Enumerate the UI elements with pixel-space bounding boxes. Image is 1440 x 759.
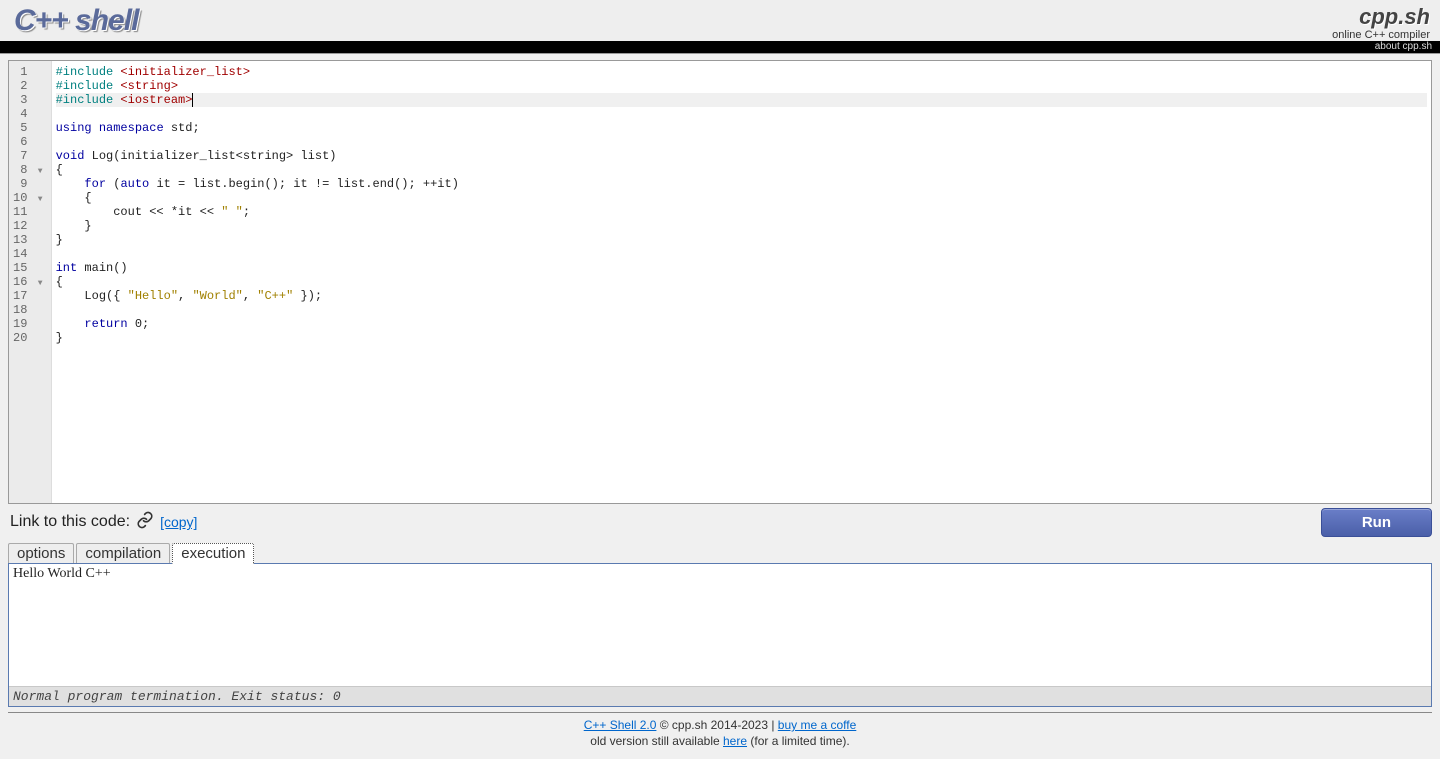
gutter-line: 10 ▼ — [13, 191, 43, 205]
brand-box: cpp.sh online C++ compiler — [1332, 4, 1430, 42]
link-icon[interactable] — [136, 511, 154, 534]
brand-title[interactable]: cpp.sh — [1332, 4, 1430, 29]
tab-compilation[interactable]: compilation — [76, 543, 170, 564]
code-line[interactable]: cout << *it << " "; — [56, 205, 1427, 219]
link-bar: Link to this code: [copy] Run — [10, 508, 1432, 537]
code-line[interactable]: using namespace std; — [56, 121, 1427, 135]
output-body[interactable]: Hello World C++ — [9, 564, 1431, 686]
code-line[interactable]: #include <iostream> — [56, 93, 1427, 107]
output-status: Normal program termination. Exit status:… — [9, 686, 1431, 706]
logo[interactable]: C++ shell — [14, 4, 138, 38]
footer: C++ Shell 2.0 © cpp.sh 2014-2023 | buy m… — [8, 712, 1432, 759]
code-line[interactable] — [56, 247, 1427, 261]
code-line[interactable]: } — [56, 233, 1427, 247]
tab-options[interactable]: options — [8, 543, 74, 564]
code-line[interactable] — [56, 107, 1427, 121]
run-button[interactable]: Run — [1321, 508, 1432, 537]
code-line[interactable]: #include <initializer_list> — [56, 65, 1427, 79]
gutter-line: 4 — [13, 107, 43, 121]
code-line[interactable]: void Log(initializer_list<string> list) — [56, 149, 1427, 163]
output-panel: Hello World C++ Normal program terminati… — [8, 563, 1432, 707]
about-link[interactable]: about cpp.sh — [1373, 41, 1434, 52]
gutter-line: 5 — [13, 121, 43, 135]
line-gutter: 1 2 3 4 5 6 7 8 ▼9 10 ▼11 12 13 14 15 16… — [9, 61, 52, 503]
tab-execution[interactable]: execution — [172, 543, 254, 564]
gutter-line: 2 — [13, 79, 43, 93]
gutter-line: 20 — [13, 331, 43, 345]
link-label: Link to this code: — [10, 513, 130, 531]
gutter-line: 16 ▼ — [13, 275, 43, 289]
footer-link-oldversion[interactable]: here — [723, 734, 747, 748]
code-line[interactable] — [56, 135, 1427, 149]
code-line[interactable]: #include <string> — [56, 79, 1427, 93]
gutter-line: 9 — [13, 177, 43, 191]
code-editor[interactable]: 1 2 3 4 5 6 7 8 ▼9 10 ▼11 12 13 14 15 16… — [8, 60, 1432, 504]
copy-link[interactable]: [copy] — [160, 514, 197, 530]
gutter-line: 1 — [13, 65, 43, 79]
code-line[interactable]: return 0; — [56, 317, 1427, 331]
gutter-line: 12 — [13, 219, 43, 233]
gutter-line: 18 — [13, 303, 43, 317]
output-tabs: optionscompilationexecution — [8, 543, 1432, 564]
gutter-line: 11 — [13, 205, 43, 219]
code-line[interactable]: { — [56, 191, 1427, 205]
divider — [0, 53, 1440, 54]
gutter-line: 19 — [13, 317, 43, 331]
code-line[interactable]: Log({ "Hello", "World", "C++" }); — [56, 289, 1427, 303]
gutter-line: 6 — [13, 135, 43, 149]
code-line[interactable] — [56, 303, 1427, 317]
code-line[interactable]: { — [56, 163, 1427, 177]
gutter-line: 7 — [13, 149, 43, 163]
footer-link-shell[interactable]: C++ Shell 2.0 — [584, 718, 657, 732]
about-link-bar: about cpp.sh — [0, 41, 1440, 53]
footer-link-coffee[interactable]: buy me a coffe — [778, 718, 857, 732]
code-area[interactable]: #include <initializer_list>#include <str… — [52, 61, 1431, 503]
code-line[interactable]: { — [56, 275, 1427, 289]
gutter-line: 17 — [13, 289, 43, 303]
gutter-line: 13 — [13, 233, 43, 247]
gutter-line: 14 — [13, 247, 43, 261]
code-line[interactable]: } — [56, 219, 1427, 233]
gutter-line: 15 — [13, 261, 43, 275]
gutter-line: 8 ▼ — [13, 163, 43, 177]
code-line[interactable]: } — [56, 331, 1427, 345]
code-line[interactable]: int main() — [56, 261, 1427, 275]
code-line[interactable]: for (auto it = list.begin(); it != list.… — [56, 177, 1427, 191]
gutter-line: 3 — [13, 93, 43, 107]
header: C++ shell cpp.sh online C++ compiler — [0, 0, 1440, 42]
